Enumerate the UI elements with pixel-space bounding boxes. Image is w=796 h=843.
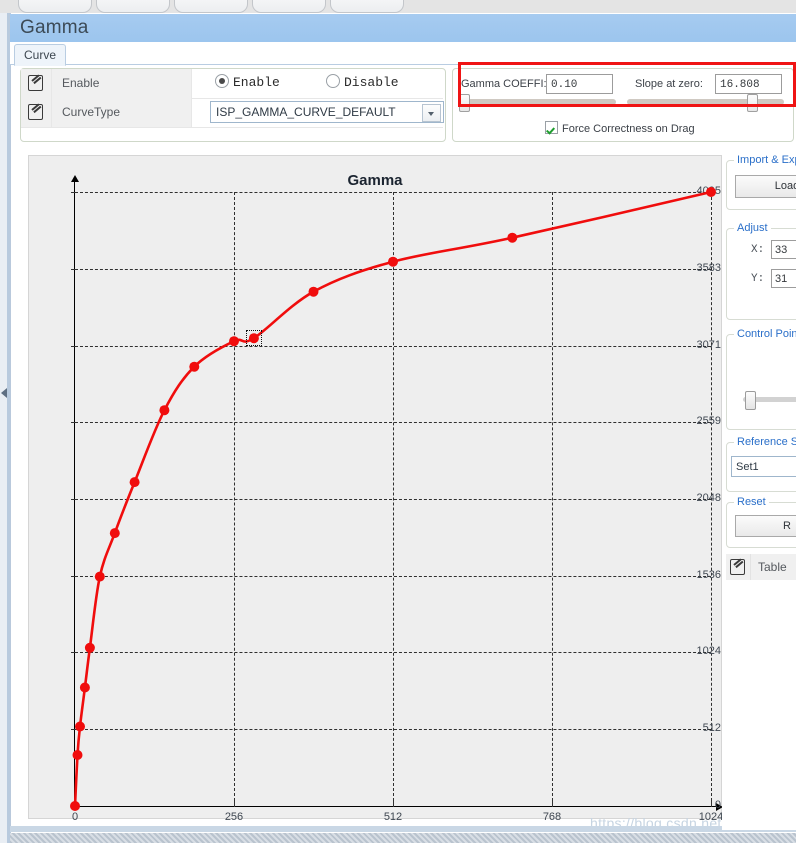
curvetype-selected-value: ISP_GAMMA_CURVE_DEFAULT — [216, 105, 396, 119]
toolbar-button[interactable] — [174, 0, 248, 13]
curve-control-point[interactable] — [189, 361, 200, 372]
radio-disable-dot-icon — [326, 74, 340, 88]
row-label-enable: Enable — [52, 69, 192, 98]
gamma-params-group: Gamma COEFFI: 0.10 Slope at zero: 16.808… — [452, 68, 794, 142]
top-toolbar — [0, 0, 796, 14]
gamma-coeff-slider-knob[interactable] — [459, 94, 470, 112]
curve-control-point[interactable] — [159, 405, 170, 416]
control-points-group: Control Points — [726, 328, 796, 430]
radio-enable[interactable]: Enable — [215, 74, 280, 90]
gamma-coeff-slider[interactable] — [459, 94, 616, 112]
import-export-legend: Import & Export — [734, 154, 796, 166]
curve-control-point[interactable] — [388, 256, 398, 267]
curve-control-point[interactable] — [507, 232, 518, 243]
reset-legend: Reset — [734, 496, 769, 508]
pencil-icon — [28, 75, 43, 91]
radio-enable-dot-icon — [215, 74, 229, 88]
selected-point-focus-box — [245, 330, 262, 347]
import-export-group: Import & Export Load — [726, 154, 796, 210]
curve-control-point[interactable] — [308, 286, 319, 297]
right-sidebar: Import & Export Load Adjust X: 33 Y: 31 … — [722, 150, 796, 830]
reset-group: Reset R — [726, 496, 796, 548]
curve-control-point[interactable] — [94, 571, 105, 582]
slope-at-zero-label: Slope at zero: — [635, 78, 703, 90]
curve-control-point[interactable] — [79, 682, 90, 693]
curve-control-point[interactable] — [129, 477, 140, 488]
reference-set-select[interactable]: Set1 — [731, 456, 796, 477]
reference-set-legend: Reference Set — [734, 436, 796, 448]
gamma-coeff-label: Gamma COEFFI: — [461, 78, 547, 90]
adjust-x-input[interactable]: 33 — [771, 240, 796, 259]
adjust-y-label: Y: — [751, 273, 765, 285]
radio-disable-label: Disable — [344, 75, 399, 90]
table-edit-cell[interactable] — [726, 554, 751, 580]
curve-control-point[interactable] — [72, 750, 83, 760]
table-button-label: Table — [758, 560, 787, 574]
gamma-chart[interactable]: Gamma 05121024153620482559307135834095 0… — [28, 155, 723, 823]
toolbar-button[interactable] — [96, 0, 170, 13]
row-value-curvetype: ISP_GAMMA_CURVE_DEFAULT — [193, 98, 444, 127]
control-points-slider[interactable] — [743, 391, 796, 410]
curvetype-select[interactable]: ISP_GAMMA_CURVE_DEFAULT — [210, 101, 444, 123]
gamma-coeff-input[interactable]: 0.10 — [546, 74, 613, 94]
load-button[interactable]: Load — [735, 175, 796, 198]
adjust-x-label: X: — [751, 244, 765, 256]
row-value-enable: Enable Disable — [193, 69, 443, 98]
checkbox-check-icon — [545, 121, 558, 134]
adjust-group: Adjust X: 33 Y: 31 — [726, 222, 796, 320]
adjust-legend: Adjust — [734, 222, 771, 234]
curve-control-point[interactable] — [706, 187, 716, 197]
toolbar-button[interactable] — [252, 0, 326, 13]
radio-disable[interactable]: Disable — [326, 74, 399, 90]
radio-enable-label: Enable — [233, 75, 280, 90]
curve-control-point[interactable] — [109, 528, 120, 539]
bottom-resize-grip[interactable] — [10, 833, 796, 843]
slope-slider-knob[interactable] — [747, 94, 758, 112]
page-title: Gamma — [20, 17, 89, 38]
row-edit-cell[interactable] — [21, 69, 52, 98]
tab-strip: Curve — [10, 42, 796, 66]
gamma-curve[interactable] — [29, 156, 721, 818]
table-button[interactable]: Table — [726, 554, 796, 580]
slope-slider[interactable] — [627, 94, 784, 112]
pencil-icon — [730, 559, 745, 575]
table-row: CurveType ISP_GAMMA_CURVE_DEFAULT — [21, 98, 444, 128]
reference-set-group: Reference Set Set1 — [726, 436, 796, 492]
slope-at-zero-input[interactable]: 16.808 — [715, 74, 782, 94]
row-edit-cell[interactable] — [21, 98, 52, 127]
tab-curve[interactable]: Curve — [14, 44, 67, 66]
table-row: Enable Enable Disable — [21, 69, 443, 99]
pencil-icon — [28, 104, 43, 120]
toolbar-button[interactable] — [18, 0, 92, 13]
curve-control-point[interactable] — [70, 801, 80, 811]
bottom-bar — [10, 826, 796, 832]
force-correctness-label: Force Correctness on Drag — [562, 123, 695, 135]
adjust-y-input[interactable]: 31 — [771, 269, 796, 288]
settings-group: Enable Enable Disable CurveType ISP_GAMM… — [20, 68, 446, 142]
chevron-down-icon[interactable] — [422, 104, 441, 122]
curve-control-point[interactable] — [75, 721, 85, 732]
force-correctness-checkbox[interactable]: Force Correctness on Drag — [545, 121, 695, 135]
curve-line — [73, 190, 712, 807]
control-points-slider-knob[interactable] — [745, 391, 756, 410]
row-label-curvetype: CurveType — [52, 98, 192, 127]
curve-control-point[interactable] — [84, 642, 95, 653]
toolbar-button[interactable] — [330, 0, 404, 13]
collapse-left-arrow-icon[interactable] — [1, 388, 7, 398]
reset-button[interactable]: R — [735, 515, 796, 537]
control-points-legend: Control Points — [734, 328, 796, 340]
curve-control-point[interactable] — [229, 336, 239, 347]
window-titlebar: Gamma — [10, 14, 796, 43]
app-root: Gamma Curve Enable Enable Disable CurveT… — [0, 0, 796, 843]
